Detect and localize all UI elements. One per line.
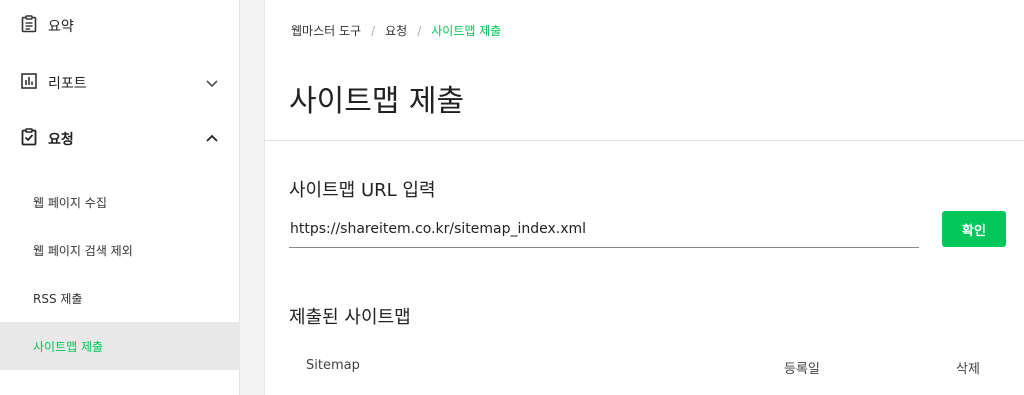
sidebar: 요약 리포트 요청 웹 페이지 수집 웹 페이지 검색 제외 RSS 제출 사이… bbox=[0, 0, 240, 395]
sidebar-item-label: 요약 bbox=[48, 19, 74, 35]
sidebar-subitem-web-page-exclude[interactable]: 웹 페이지 검색 제외 bbox=[0, 226, 240, 274]
chevron-down-icon[interactable] bbox=[204, 75, 220, 91]
sidebar-item-label: 요청 bbox=[48, 132, 74, 148]
breadcrumb: 웹마스터 도구 / 요청 / 사이트맵 제출 bbox=[291, 22, 501, 39]
breadcrumb-current: 사이트맵 제출 bbox=[431, 24, 502, 38]
column-header-sitemap[interactable]: Sitemap bbox=[306, 358, 360, 373]
clipboard-check-icon bbox=[20, 128, 38, 150]
bar-chart-icon bbox=[20, 72, 38, 94]
document-icon bbox=[20, 15, 38, 37]
divider bbox=[265, 140, 1024, 141]
breadcrumb-item[interactable]: 요청 bbox=[385, 22, 407, 39]
sidebar-subitem-rss-submit[interactable]: RSS 제출 bbox=[0, 274, 240, 322]
submitted-section-title: 제출된 사이트맵 bbox=[289, 307, 411, 328]
page-title: 사이트맵 제출 bbox=[289, 84, 465, 119]
sidebar-item-report[interactable]: 리포트 bbox=[0, 61, 240, 105]
main-content: 웹마스터 도구 / 요청 / 사이트맵 제출 사이트맵 제출 사이트맵 URL … bbox=[264, 0, 1024, 395]
breadcrumb-item[interactable]: 웹마스터 도구 bbox=[291, 22, 361, 39]
sidebar-item-request[interactable]: 요청 bbox=[0, 117, 240, 161]
breadcrumb-separator: / bbox=[371, 23, 376, 38]
confirm-button[interactable]: 확인 bbox=[942, 211, 1006, 247]
url-section-title: 사이트맵 URL 입력 bbox=[289, 180, 436, 201]
chevron-up-icon[interactable] bbox=[204, 131, 220, 147]
sidebar-subitem-sitemap-submit[interactable]: 사이트맵 제출 bbox=[0, 322, 240, 370]
column-header-date[interactable]: 등록일 bbox=[784, 358, 820, 377]
sidebar-item-label: 리포트 bbox=[48, 76, 87, 92]
sidebar-subitem-web-page-crawl[interactable]: 웹 페이지 수집 bbox=[0, 178, 240, 226]
column-header-delete: 삭제 bbox=[956, 362, 980, 377]
sidebar-item-summary[interactable]: 요약 bbox=[0, 4, 240, 48]
sitemap-url-input[interactable] bbox=[289, 210, 919, 248]
table-header: Sitemap 등록일 삭제 bbox=[289, 352, 1024, 382]
breadcrumb-separator: / bbox=[417, 23, 422, 38]
